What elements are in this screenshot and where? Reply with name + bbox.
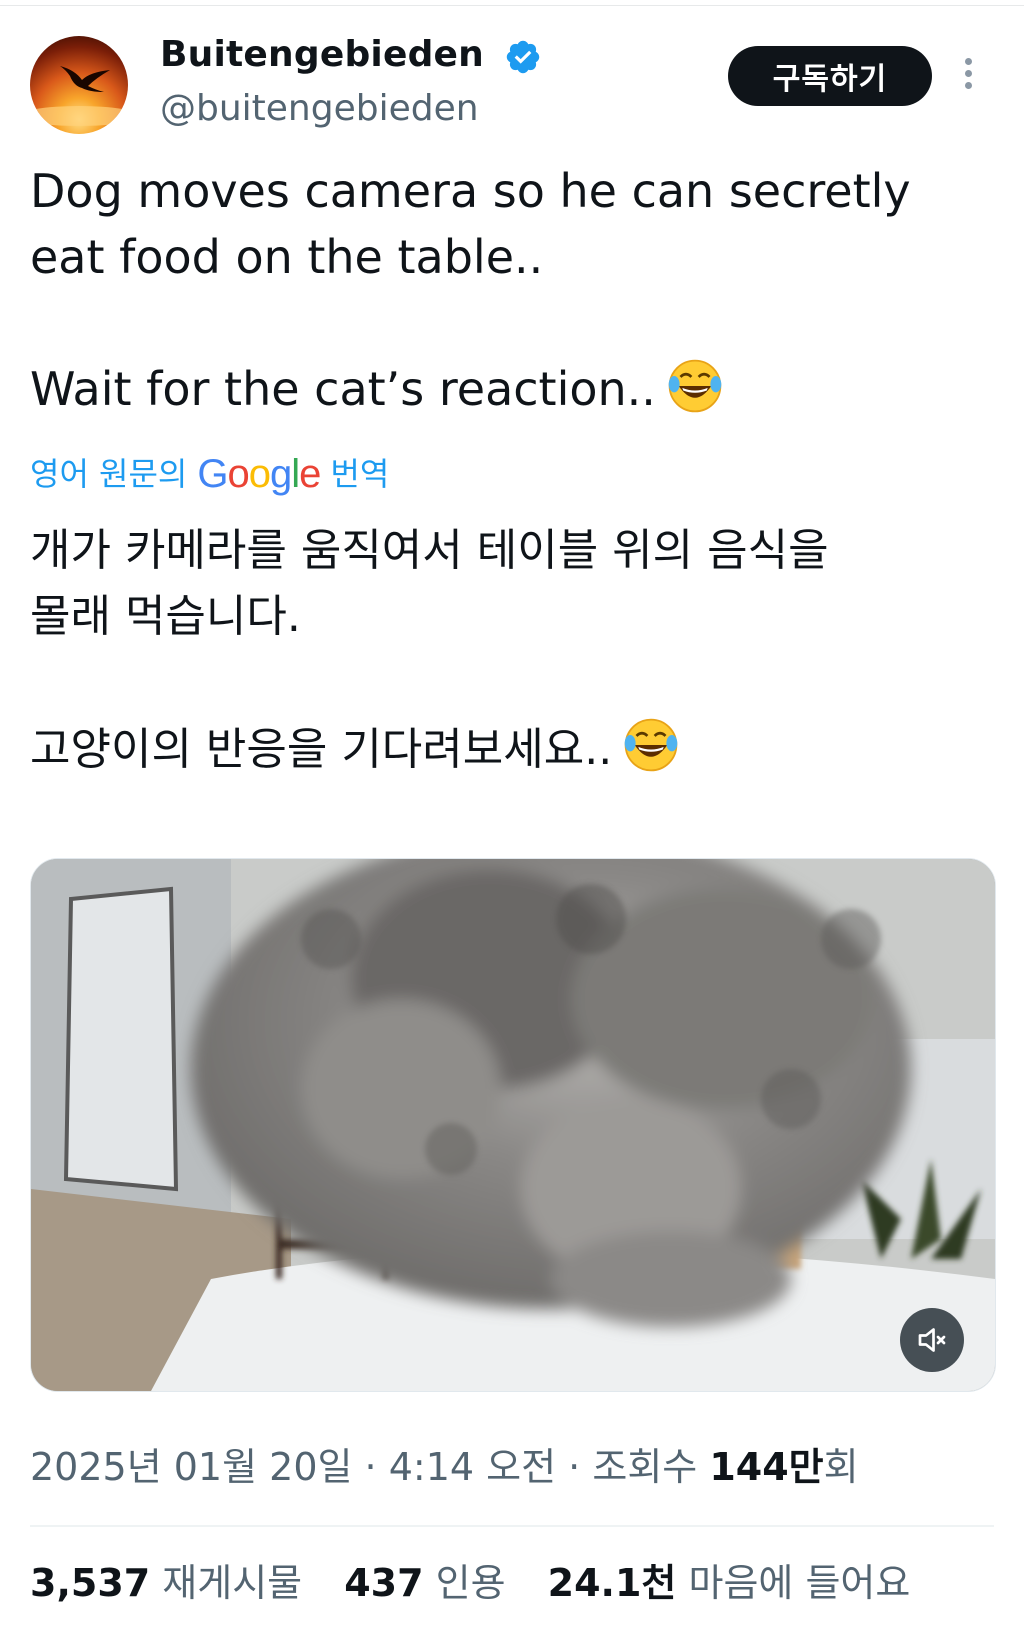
tweet-text: Dog moves camera so he can secretly eat …	[30, 158, 990, 422]
quotes-count: 437	[344, 1561, 424, 1605]
translated-line: 개가 카메라를 움직여서 테이블 위의 음식을	[30, 525, 829, 576]
face-with-tears-of-joy-emoji	[668, 359, 722, 413]
meta-separator: ·	[364, 1445, 377, 1489]
meta-separator: ·	[568, 1445, 581, 1489]
google-logo: Google	[197, 452, 321, 496]
views-count: 144만	[709, 1445, 824, 1489]
post-date[interactable]: 2025년 01월 20일	[30, 1445, 352, 1489]
avatar[interactable]	[30, 36, 128, 134]
translation-attribution[interactable]: 영어 원문의 Google 번역	[30, 452, 389, 496]
translation-suffix: 번역	[330, 455, 390, 493]
quotes-stat[interactable]: 437 인용	[344, 1561, 505, 1605]
likes-count: 24.1천	[547, 1561, 677, 1605]
video-frame	[31, 859, 995, 1391]
reposts-stat[interactable]: 3,537 재게시물	[30, 1561, 302, 1605]
reposts-count: 3,537	[30, 1561, 151, 1605]
display-name[interactable]: Buitengebieden	[160, 30, 484, 80]
video-player[interactable]	[30, 858, 996, 1392]
top-divider	[0, 5, 1024, 6]
verified-badge-icon	[506, 40, 540, 74]
mute-button[interactable]	[900, 1308, 964, 1372]
more-options-icon[interactable]	[960, 58, 976, 96]
likes-stat[interactable]: 24.1천 마음에 들어요	[548, 1561, 911, 1605]
bird-silhouette-icon	[30, 66, 128, 126]
translated-line: 몰래 먹습니다.	[30, 591, 301, 642]
tweet-line: eat food on the table..	[30, 230, 544, 284]
post-time[interactable]: 4:14 오전	[389, 1445, 556, 1489]
translated-text: 개가 카메라를 움직여서 테이블 위의 음식을 몰래 먹습니다. 고양이의 반응…	[30, 518, 990, 783]
face-with-tears-of-joy-emoji	[624, 718, 678, 772]
translated-line: 고양이의 반응을 기다려보세요..	[30, 716, 990, 783]
quotes-label: 인용	[435, 1561, 506, 1605]
engagement-stats: 3,537 재게시물 437 인용 24.1천 마음에 들어요	[30, 1556, 940, 1610]
likes-label: 마음에 들어요	[688, 1561, 911, 1605]
stats-divider	[30, 1525, 994, 1527]
tweet-meta: 2025년 01월 20일 · 4:14 오전 · 조회수 144만회	[30, 1440, 859, 1494]
views-label: 조회수	[592, 1445, 698, 1489]
translation-prefix: 영어 원문의	[30, 455, 188, 493]
tweet-line: Wait for the cat’s reaction..	[30, 356, 990, 422]
speaker-muted-icon	[918, 1328, 946, 1352]
handle[interactable]: @buitengebieden	[160, 84, 479, 134]
reposts-label: 재게시물	[162, 1561, 303, 1605]
tweet-line: Dog moves camera so he can secretly	[30, 164, 911, 218]
views-suffix: 회	[823, 1445, 859, 1489]
subscribe-button[interactable]: 구독하기	[728, 46, 932, 106]
